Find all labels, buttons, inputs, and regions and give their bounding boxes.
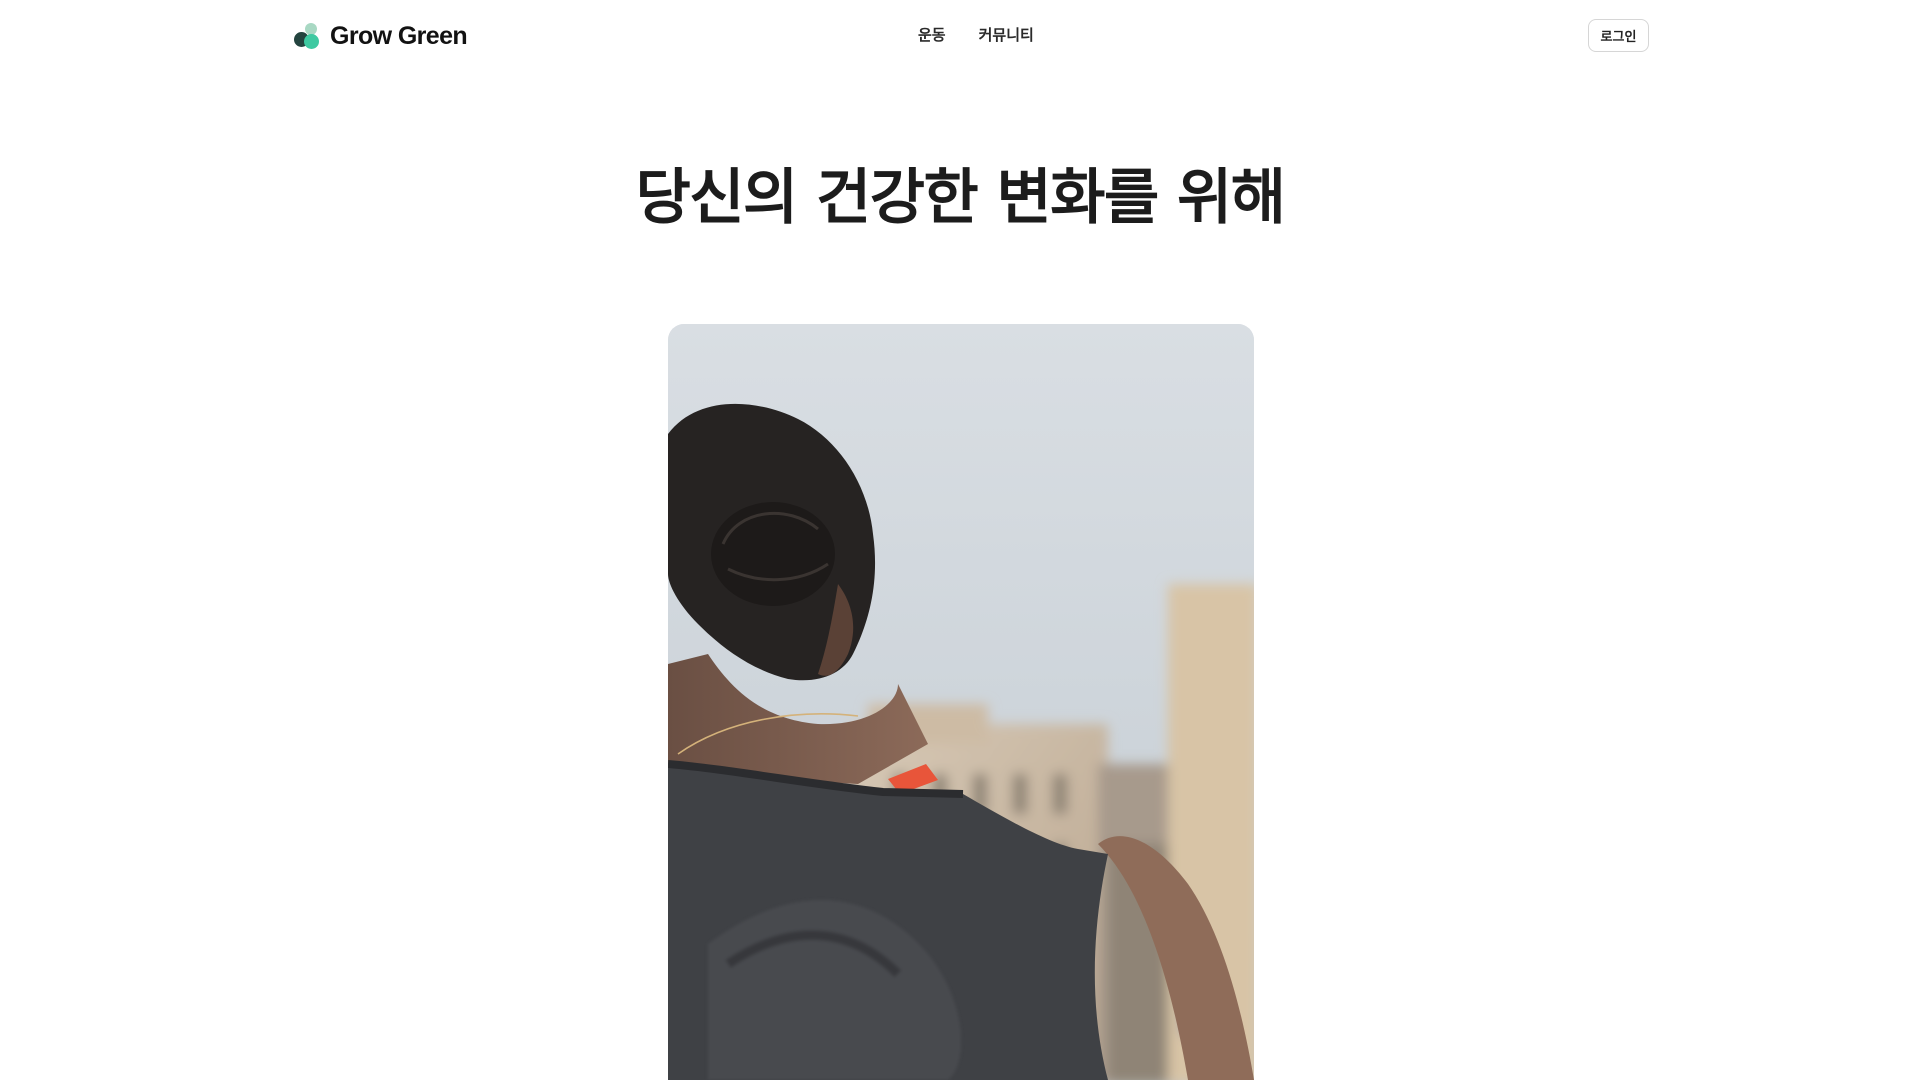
logo[interactable]: Grow Green <box>292 18 468 54</box>
nav-item-exercise[interactable]: 운동 <box>918 24 946 46</box>
logo-text: Grow Green <box>330 21 468 50</box>
login-button[interactable]: 로그인 <box>1588 19 1649 52</box>
hero-image <box>668 324 1254 1080</box>
hero-title: 당신의 건강한 변화를 위해 <box>635 163 1286 233</box>
main-nav: 운동 커뮤니티 <box>918 24 1034 46</box>
nav-item-community[interactable]: 커뮤니티 <box>979 24 1034 46</box>
logo-icon <box>292 21 322 51</box>
site-header: Grow Green 운동 커뮤니티 로그인 <box>0 0 1920 72</box>
landing-page: Grow Green 운동 커뮤니티 로그인 당신의 건강한 변화를 위해 <box>0 0 1920 1080</box>
